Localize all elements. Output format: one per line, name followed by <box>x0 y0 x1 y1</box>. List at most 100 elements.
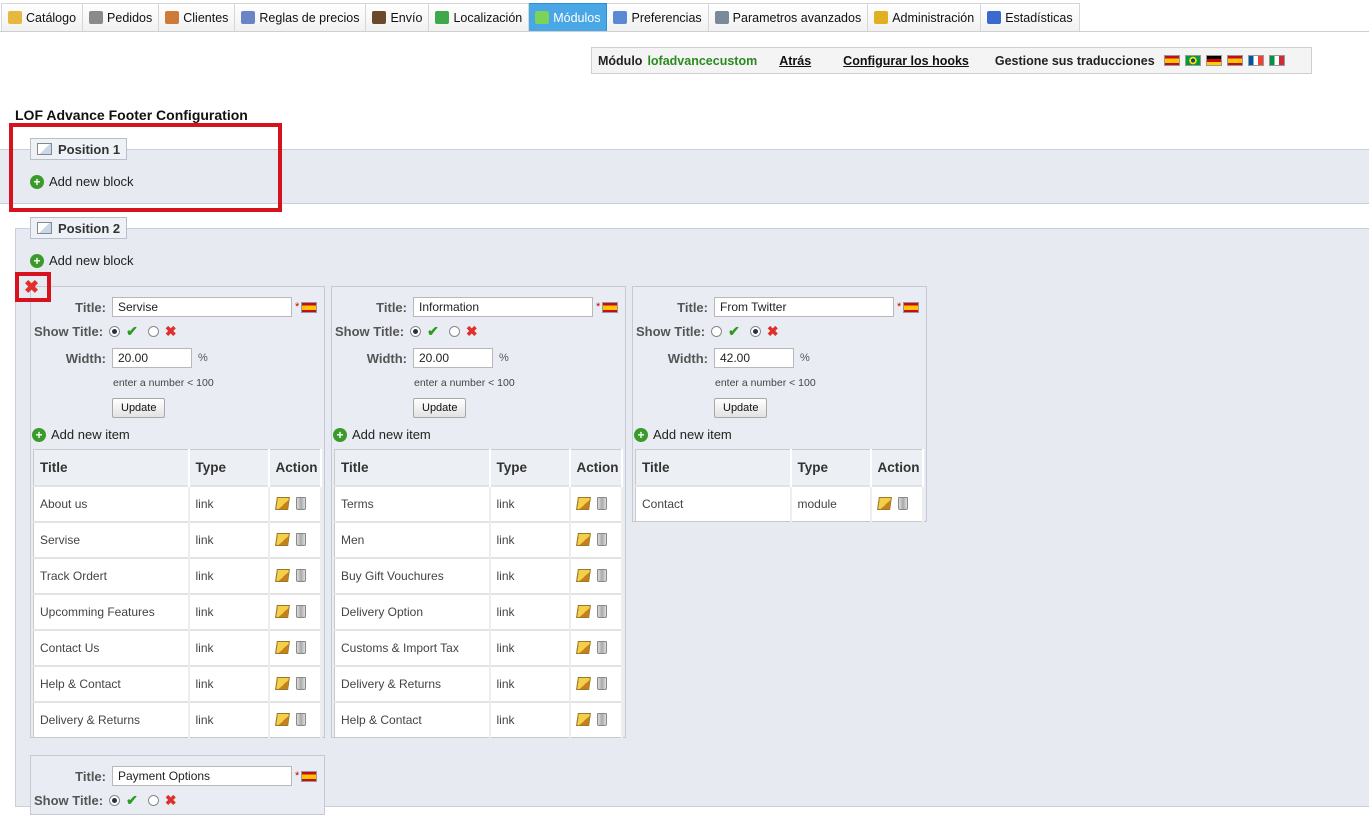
fr-flag-icon[interactable] <box>1247 55 1264 66</box>
add-item-link[interactable]: + Add new item <box>32 427 130 442</box>
edit-note-icon <box>37 222 52 234</box>
title-input[interactable] <box>413 297 593 317</box>
show-title-yes-radio[interactable] <box>711 326 723 337</box>
check-icon: ✔ <box>126 792 138 808</box>
tab-0[interactable]: Catálogo <box>1 3 84 31</box>
add-item-label: Add new item <box>51 427 130 442</box>
edit-icon[interactable] <box>274 641 290 654</box>
edit-icon[interactable] <box>575 641 591 654</box>
trash-icon[interactable] <box>295 713 306 727</box>
items-table: Title Type Action Terms link Men link Buy Gift … <box>334 449 623 738</box>
show-title-yes-radio[interactable] <box>410 326 422 337</box>
update-button[interactable]: Update <box>112 398 166 418</box>
show-title-yes-radio[interactable] <box>109 795 121 806</box>
item-type-cell: link <box>188 700 270 738</box>
delete-block-icon[interactable]: ✖ <box>24 278 39 296</box>
action-icons <box>575 569 622 582</box>
it-flag-icon[interactable] <box>1268 55 1285 66</box>
show-title-no-radio[interactable] <box>147 326 159 337</box>
item-type-cell: link <box>188 484 270 522</box>
edit-icon[interactable] <box>575 533 591 546</box>
tab-9[interactable]: Administración <box>868 3 982 31</box>
show-title-no-radio[interactable] <box>448 326 460 337</box>
percent-sign: % <box>198 352 208 364</box>
br-flag-icon[interactable] <box>1184 55 1201 66</box>
title-input[interactable] <box>112 766 292 786</box>
title-input[interactable] <box>112 297 292 317</box>
de-flag-icon[interactable] <box>1205 55 1222 66</box>
update-button[interactable]: Update <box>714 398 768 418</box>
tab-3[interactable]: Reglas de precios <box>235 3 367 31</box>
item-action-cell <box>268 520 322 558</box>
es-flag-icon[interactable] <box>602 301 619 313</box>
tab-7[interactable]: Preferencias <box>607 3 709 31</box>
title-row: Title: * <box>332 297 619 317</box>
add-item-label: Add new item <box>352 427 431 442</box>
trash-icon[interactable] <box>596 497 607 510</box>
trash-icon[interactable] <box>596 605 607 618</box>
update-button[interactable]: Update <box>413 398 467 418</box>
tab-1[interactable]: Pedidos <box>83 3 160 31</box>
edit-icon[interactable] <box>274 497 290 510</box>
width-input[interactable] <box>413 348 493 368</box>
col-type-header: Type <box>489 449 571 486</box>
trash-icon[interactable] <box>596 677 607 690</box>
tab-label: Pedidos <box>107 10 153 25</box>
trash-icon[interactable] <box>295 533 306 546</box>
add-item-link[interactable]: + Add new item <box>333 427 431 442</box>
trash-icon[interactable] <box>295 497 306 510</box>
trash-icon[interactable] <box>295 605 306 618</box>
item-title-cell: About us <box>33 484 190 522</box>
trash-icon[interactable] <box>295 641 306 654</box>
back-link[interactable]: Atrás <box>779 54 811 68</box>
edit-icon[interactable] <box>575 569 591 582</box>
show-title-yes-radio[interactable] <box>109 326 121 337</box>
percent-sign: % <box>800 352 810 364</box>
edit-icon[interactable] <box>876 497 892 511</box>
edit-icon[interactable] <box>274 713 290 727</box>
globe-icon <box>435 11 450 24</box>
footer-block: Title: * Show Title: ✔ ✖ <box>30 755 325 815</box>
trash-icon[interactable] <box>596 641 607 654</box>
edit-icon[interactable] <box>274 533 290 546</box>
tab-10[interactable]: Estadísticas <box>981 3 1080 31</box>
edit-icon[interactable] <box>274 677 290 690</box>
edit-icon[interactable] <box>575 605 591 618</box>
width-input[interactable] <box>714 348 794 368</box>
trash-icon[interactable] <box>295 677 306 690</box>
configure-hooks-link[interactable]: Configurar los hooks <box>843 54 969 68</box>
item-title-cell: Buy Gift Vouchures <box>334 556 491 594</box>
edit-icon[interactable] <box>575 497 591 510</box>
trash-icon[interactable] <box>596 713 607 727</box>
es-flag-icon[interactable] <box>1163 55 1180 66</box>
footer-block: Title: * Show Title: ✔ ✖ Width:% enter a numbe… <box>331 286 626 738</box>
trash-icon[interactable] <box>596 533 607 546</box>
edit-icon[interactable] <box>274 569 290 582</box>
items-table: Title Type Action About us link Servise link Tr… <box>33 449 322 738</box>
edit-icon[interactable] <box>575 677 591 690</box>
tab-4[interactable]: Envío <box>366 3 430 31</box>
user-icon <box>165 11 180 24</box>
tab-2[interactable]: Clientes <box>159 3 236 31</box>
puzzle-icon <box>535 11 550 24</box>
width-input[interactable] <box>112 348 192 368</box>
item-type-cell: link <box>188 664 270 702</box>
tab-8[interactable]: Parametros avanzados <box>708 3 869 31</box>
title-input[interactable] <box>714 297 894 317</box>
trash-icon[interactable] <box>596 569 607 582</box>
tab-6[interactable]: Módulos <box>529 3 608 31</box>
add-block-position-2[interactable]: + Add new block <box>30 253 134 268</box>
trash-icon[interactable] <box>897 497 908 511</box>
show-title-no-radio[interactable] <box>147 795 159 806</box>
tab-5[interactable]: Localización <box>429 3 530 31</box>
add-item-link[interactable]: + Add new item <box>634 427 732 442</box>
edit-icon[interactable] <box>575 713 591 727</box>
es-flag-icon[interactable] <box>1226 55 1243 66</box>
edit-icon[interactable] <box>274 605 290 618</box>
es-flag-icon[interactable] <box>301 770 318 782</box>
es-flag-icon[interactable] <box>903 301 920 313</box>
cross-icon: ✖ <box>766 323 779 339</box>
show-title-no-radio[interactable] <box>749 326 761 337</box>
es-flag-icon[interactable] <box>301 301 318 313</box>
trash-icon[interactable] <box>295 569 306 582</box>
